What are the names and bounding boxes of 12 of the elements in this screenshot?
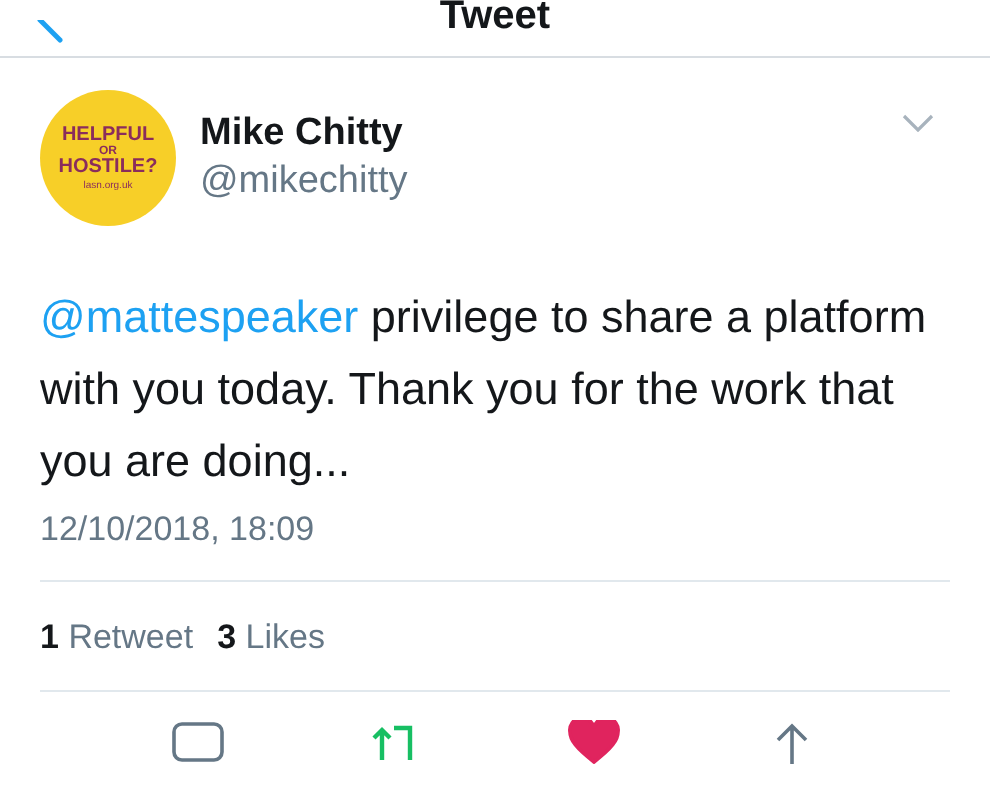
stat-link[interactable]: 3 Likes	[217, 618, 325, 658]
heart-icon[interactable]	[567, 720, 620, 764]
author-name[interactable]: Mike Chitty	[200, 110, 902, 158]
avatar-text: HELPFUL	[61, 125, 155, 145]
stat-link[interactable]: 1 Retweet	[40, 618, 194, 658]
tweet-text: @mattespeaker privilege to share a platform with you today. Thank you for the work that you are doing...	[40, 290, 929, 490]
back-icon[interactable]	[36, 20, 64, 44]
author-handle[interactable]: @mikechitty	[200, 158, 902, 206]
reply-icon[interactable]	[172, 720, 225, 764]
avatar-text: HOSTILE?	[58, 157, 158, 177]
timestamp: 12/10/2018, 18:09	[40, 510, 950, 582]
header-title: Tweet	[439, 0, 551, 40]
